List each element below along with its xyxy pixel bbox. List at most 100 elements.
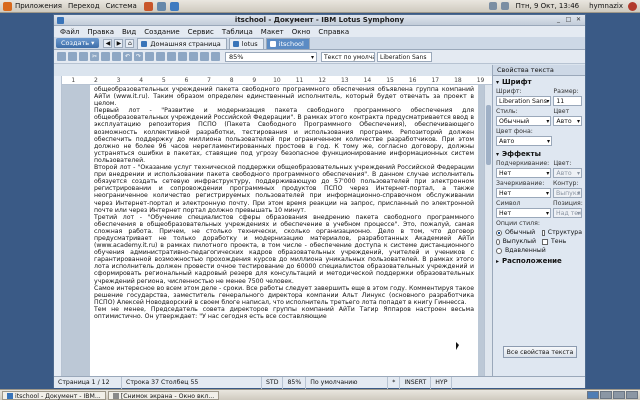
size-field[interactable]: 11 xyxy=(553,96,582,106)
tab-lotus[interactable]: lotus xyxy=(228,37,264,49)
power-icon[interactable] xyxy=(628,1,637,11)
strikethrough-field[interactable]: Нет xyxy=(496,188,551,198)
scrollbar-thumb[interactable] xyxy=(486,105,491,165)
panel-user[interactable]: hymnazix xyxy=(584,2,628,10)
underline-color-field[interactable]: Авто xyxy=(553,168,582,178)
back-icon[interactable]: ◀ xyxy=(103,38,113,48)
style-field[interactable]: Обычный xyxy=(496,116,552,126)
print-icon[interactable] xyxy=(68,52,77,61)
paragraph-style-select[interactable]: Текст по умолча xyxy=(321,51,375,62)
panel-clock[interactable]: Птн, 9 Окт, 13:46 xyxy=(511,2,585,10)
workspace-1[interactable] xyxy=(587,391,599,399)
maximize-icon[interactable]: □ xyxy=(564,16,573,24)
menu-file[interactable]: Файл xyxy=(56,28,83,36)
document-paragraph[interactable]: Третий лот - "Обучение специалистов сфер… xyxy=(94,214,474,285)
layout-section-toggle[interactable]: ▸ Расположение xyxy=(493,255,585,267)
emphasis-position-field[interactable]: Над текстом xyxy=(553,208,582,218)
background-color-label: Цвет фона: xyxy=(496,128,533,135)
close-icon[interactable]: ✕ xyxy=(574,16,583,24)
document-paragraph[interactable]: Тем не менее, Председатель совета директ… xyxy=(94,306,474,320)
sidebar-header: Свойства текста xyxy=(493,65,585,76)
document-page[interactable]: общеобразовательных учреждений пакета св… xyxy=(90,85,478,376)
table-icon[interactable] xyxy=(156,52,165,61)
option-embossed[interactable]: Выпуклый xyxy=(493,237,539,246)
menu-help[interactable]: Справка xyxy=(314,28,353,36)
status-zoom[interactable]: 85% xyxy=(283,376,307,389)
minimize-icon[interactable]: _ xyxy=(554,16,563,24)
redo-icon[interactable]: ↷ xyxy=(134,52,143,61)
vertical-scrollbar[interactable] xyxy=(484,85,492,376)
option-normal[interactable]: Обычный xyxy=(493,228,539,237)
pdf-icon[interactable] xyxy=(79,52,88,61)
tab-home[interactable]: Домашняя страница xyxy=(137,37,227,49)
undo-icon[interactable]: ↶ xyxy=(123,52,132,61)
firefox-launcher-icon[interactable] xyxy=(143,1,153,11)
relief-field[interactable]: Выпуклый xyxy=(553,188,582,198)
font-field[interactable]: Liberation Sans xyxy=(496,96,552,106)
menu-edit[interactable]: Правка xyxy=(83,28,118,36)
menu-layout[interactable]: Макет xyxy=(257,28,288,36)
ruler-tick: 2 xyxy=(94,77,98,84)
find-icon[interactable] xyxy=(200,52,209,61)
menu-create[interactable]: Создание xyxy=(140,28,183,36)
document-area: общеобразовательных учреждений пакета св… xyxy=(62,85,484,376)
new-document-button[interactable]: Создать ▾ xyxy=(56,38,100,48)
forward-icon[interactable]: ▶ xyxy=(114,38,124,48)
taskbar-item-symphony[interactable]: itschool - Документ - IBM... xyxy=(2,390,106,400)
underline-label: Подчеркивание: xyxy=(496,160,550,167)
mail-launcher-icon[interactable] xyxy=(156,1,166,11)
chart-icon[interactable] xyxy=(178,52,187,61)
radio-icon xyxy=(496,247,502,254)
cut-icon[interactable]: ✂ xyxy=(90,52,99,61)
link-icon[interactable] xyxy=(189,52,198,61)
emphasis-mark-field[interactable]: Нет xyxy=(496,208,551,218)
distro-logo-icon[interactable] xyxy=(3,1,12,11)
option-engraved[interactable]: Вдавленный xyxy=(493,246,585,255)
effects-section-toggle[interactable]: ▾ Эффекты xyxy=(493,148,585,160)
document-paragraph[interactable]: общеобразовательных учреждений пакета св… xyxy=(94,86,474,107)
taskbar-item-screenshot[interactable]: [Снимок экрана - Окно вкл... xyxy=(107,390,220,400)
document-paragraph[interactable]: Второй лот - "Оказание услуг технической… xyxy=(94,164,474,214)
paste-icon[interactable] xyxy=(112,52,121,61)
copy-icon[interactable] xyxy=(101,52,110,61)
status-std[interactable]: STD xyxy=(262,376,284,389)
network-tray-icon[interactable] xyxy=(488,2,497,10)
save-icon[interactable] xyxy=(57,52,66,61)
option-shadow[interactable]: Тень xyxy=(539,237,585,246)
panel-menu-applications[interactable]: Приложения xyxy=(14,2,67,10)
font-color-field[interactable]: Авто xyxy=(553,116,582,126)
font-section-toggle[interactable]: ▾ Шрифт xyxy=(493,76,585,88)
status-hyphenation[interactable]: HYP xyxy=(431,376,453,389)
menu-table[interactable]: Таблица xyxy=(218,28,257,36)
workspace-2[interactable] xyxy=(600,391,612,399)
document-tab-icon xyxy=(232,40,239,47)
spellcheck-icon[interactable] xyxy=(145,52,154,61)
zoom-select[interactable]: 85% xyxy=(225,51,317,62)
underline-field[interactable]: Нет xyxy=(496,168,552,178)
menu-tools[interactable]: Сервис xyxy=(184,28,218,36)
option-outline[interactable]: Структура xyxy=(539,228,585,237)
menu-window[interactable]: Окно xyxy=(288,28,315,36)
nonprinting-chars-icon[interactable] xyxy=(211,52,220,61)
background-color-field[interactable]: Авто xyxy=(496,136,552,146)
font-label: Шрифт: xyxy=(496,88,522,95)
font-name-select[interactable]: Liberation Sans xyxy=(377,51,432,62)
workspace-3[interactable] xyxy=(613,391,625,399)
menu-view[interactable]: Вид xyxy=(118,28,140,36)
window-titlebar[interactable]: itschool - Документ - IBM Lotus Symphony… xyxy=(54,15,585,26)
home-icon[interactable]: ⌂ xyxy=(125,38,135,48)
status-page[interactable]: Страница 1 / 12 xyxy=(54,376,122,389)
document-paragraph[interactable]: Самое интересное во всем этом деле - сро… xyxy=(94,285,474,306)
panel-menu-places[interactable]: Переход xyxy=(67,2,105,10)
workspace-4[interactable] xyxy=(626,391,638,399)
ruler-tick: 9 xyxy=(252,77,257,84)
volume-tray-icon[interactable] xyxy=(500,2,509,10)
status-style[interactable]: По умолчанию xyxy=(306,376,389,389)
image-icon[interactable] xyxy=(167,52,176,61)
symphony-launcher-icon[interactable] xyxy=(169,1,179,11)
tab-itschool[interactable]: itschool xyxy=(265,37,310,49)
all-text-properties-button[interactable]: Все свойства текста xyxy=(503,346,577,358)
document-paragraph[interactable]: Первый лот - "Развитие и модернизация па… xyxy=(94,107,474,164)
status-insert-mode[interactable]: INSERT xyxy=(400,376,432,389)
panel-menu-system[interactable]: Система xyxy=(105,2,142,10)
